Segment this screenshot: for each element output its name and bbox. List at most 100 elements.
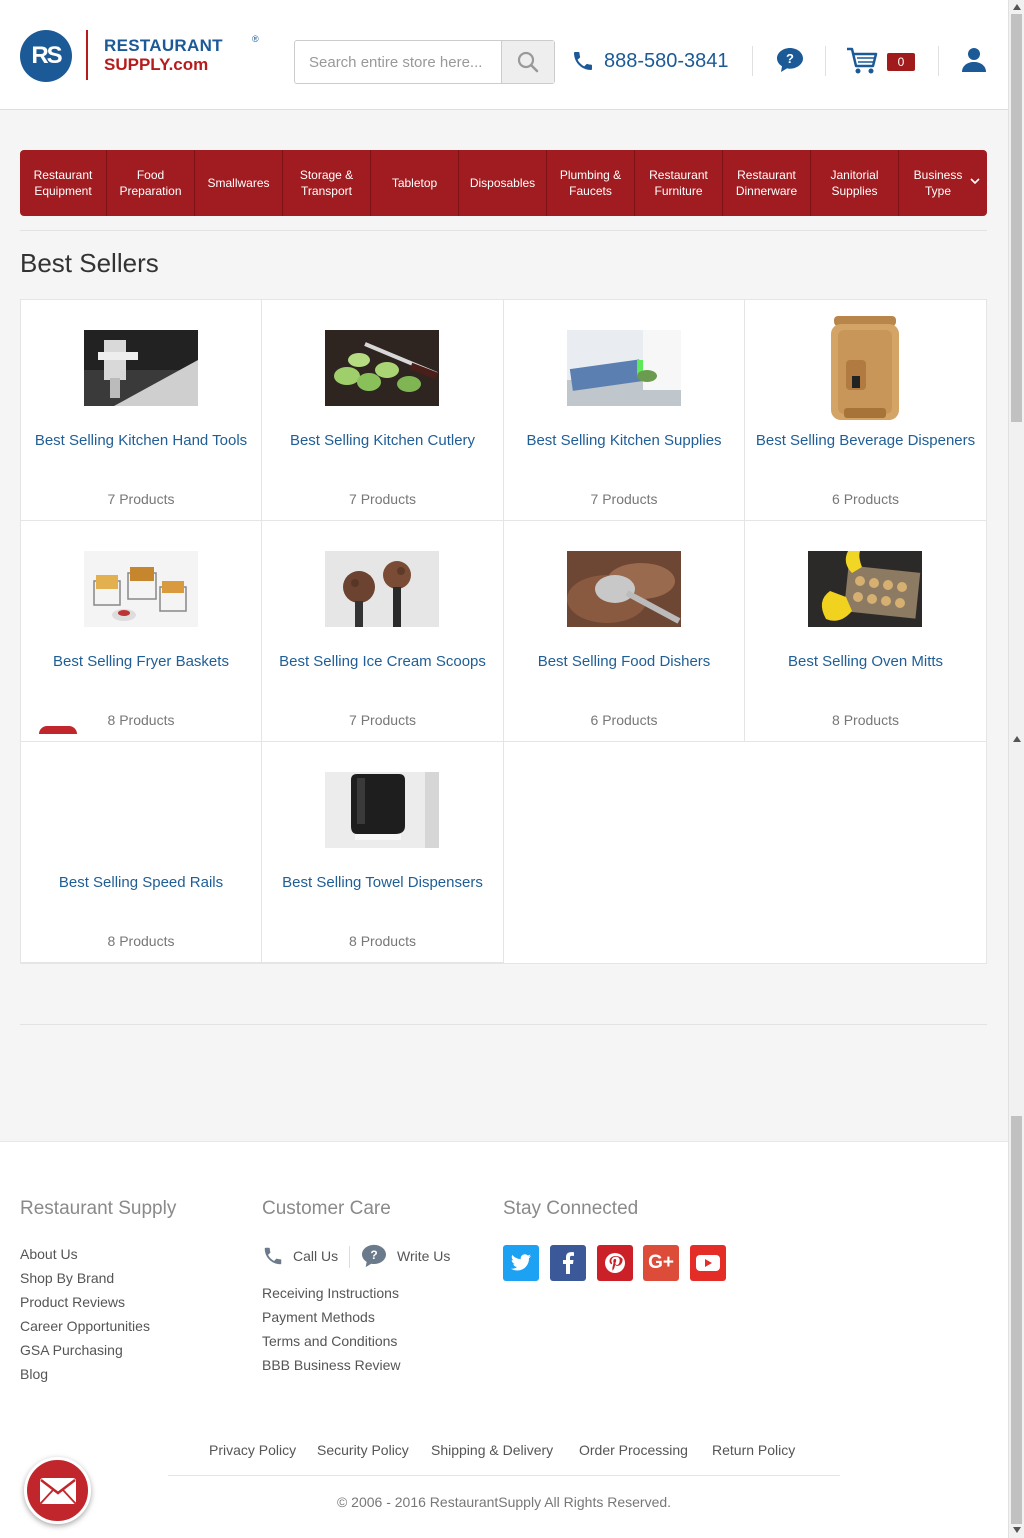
vertical-scrollbar[interactable] xyxy=(1008,0,1024,1538)
category-card[interactable]: Best Selling Kitchen Hand Tools 7 Produc… xyxy=(21,300,262,521)
product-count: 7 Products xyxy=(349,491,416,507)
category-name[interactable]: Best Selling Fryer Baskets xyxy=(21,653,261,670)
write-us-link[interactable]: ? Write Us xyxy=(361,1244,450,1268)
nav-item-food-preparation[interactable]: Food Preparation xyxy=(107,150,195,216)
category-name[interactable]: Best Selling Towel Dispensers xyxy=(262,874,503,891)
footer-link-order-processing[interactable]: Order Processing xyxy=(579,1442,688,1458)
category-card[interactable]: Best Selling Food Dishers 6 Products xyxy=(504,521,745,742)
footer-link-gsa-purchasing[interactable]: GSA Purchasing xyxy=(20,1342,123,1358)
product-image-towel-dispenser[interactable] xyxy=(325,772,439,848)
logo-text-supply: SUPPLY.com xyxy=(104,55,209,74)
product-count: 8 Products xyxy=(107,933,175,949)
twitter-icon[interactable] xyxy=(503,1245,539,1281)
category-card[interactable]: Best Selling Oven Mitts 8 Products xyxy=(745,521,986,742)
scroll-down-arrow-icon[interactable] xyxy=(1013,1527,1021,1533)
category-card[interactable]: Best Selling Speed Rails 8 Products xyxy=(21,742,262,963)
nav-item-business-type[interactable]: Business Type xyxy=(899,150,987,216)
category-card[interactable]: Best Selling Towel Dispensers 8 Products xyxy=(262,742,504,963)
header-separator xyxy=(825,46,826,76)
footer-link-security-policy[interactable]: Security Policy xyxy=(317,1442,409,1458)
footer-link-shop-by-brand[interactable]: Shop By Brand xyxy=(20,1270,114,1286)
search-button[interactable] xyxy=(501,41,554,83)
footer-link-terms-and-conditions[interactable]: Terms and Conditions xyxy=(262,1333,397,1349)
scroll-up-arrow-icon[interactable] xyxy=(1013,736,1021,742)
category-name[interactable]: Best Selling Oven Mitts xyxy=(745,653,986,670)
write-us-label: Write Us xyxy=(397,1248,451,1264)
help-chat-icon: ? xyxy=(777,48,803,72)
logo-registered-mark: ® xyxy=(252,34,259,44)
category-card[interactable]: Best Selling Fryer Baskets 8 Products xyxy=(21,521,262,742)
contact-email-button[interactable] xyxy=(24,1457,91,1524)
product-image-beverage-dispenser[interactable] xyxy=(808,312,922,424)
search-input[interactable] xyxy=(295,41,502,83)
nav-item-tabletop[interactable]: Tabletop xyxy=(371,150,459,216)
category-card[interactable]: Best Selling Kitchen Supplies 7 Products xyxy=(504,300,745,521)
nav-item-janitorial-supplies[interactable]: Janitorial Supplies xyxy=(811,150,899,216)
nav-item-restaurant-equipment[interactable]: Restaurant Equipment xyxy=(20,150,107,216)
category-card[interactable]: Best Selling Kitchen Cutlery 7 Products xyxy=(262,300,504,521)
account-button[interactable] xyxy=(960,46,988,79)
cart-button[interactable] xyxy=(846,46,878,81)
product-image-ice-cream-scoops[interactable] xyxy=(325,551,439,627)
google-plus-icon[interactable]: G+ xyxy=(643,1245,679,1281)
footer-heading-stay-connected: Stay Connected xyxy=(503,1198,639,1219)
category-card[interactable]: Best Selling Beverage Dispeners 6 Produc… xyxy=(745,300,986,521)
footer-link-privacy-policy[interactable]: Privacy Policy xyxy=(209,1442,296,1458)
product-image-kitchen-supplies[interactable] xyxy=(567,330,681,406)
footer-link-payment-methods[interactable]: Payment Methods xyxy=(262,1309,375,1325)
scrollbar-thumb[interactable] xyxy=(1011,14,1022,422)
product-count: 8 Products xyxy=(349,933,416,949)
footer-separator xyxy=(349,1246,350,1268)
footer-heading-restaurant-supply: Restaurant Supply xyxy=(20,1198,177,1219)
nav-item-plumbing-faucets[interactable]: Plumbing & Faucets xyxy=(547,150,635,216)
category-name[interactable]: Best Selling Beverage Dispeners xyxy=(745,432,986,449)
category-nav: Restaurant Equipment Food Preparation Sm… xyxy=(20,150,987,216)
footer-link-bbb-business-review[interactable]: BBB Business Review xyxy=(262,1357,401,1373)
product-image-cutlery[interactable] xyxy=(325,330,439,406)
product-image-oven-mitts[interactable] xyxy=(808,551,922,627)
chevron-down-icon xyxy=(970,178,980,185)
category-name[interactable]: Best Selling Kitchen Hand Tools xyxy=(21,432,261,449)
nav-item-smallwares[interactable]: Smallwares xyxy=(195,150,283,216)
envelope-icon xyxy=(39,1477,76,1504)
google-plus-glyph: G+ xyxy=(648,1252,674,1273)
footer-link-career-opportunities[interactable]: Career Opportunities xyxy=(20,1318,150,1334)
category-name[interactable]: Best Selling Speed Rails xyxy=(21,874,261,891)
svg-text:?: ? xyxy=(786,51,794,66)
footer-link-product-reviews[interactable]: Product Reviews xyxy=(20,1294,125,1310)
call-us-label: Call Us xyxy=(293,1248,339,1264)
site-logo[interactable]: RS RESTAURANT ® SUPPLY.com xyxy=(20,28,265,84)
category-card[interactable]: Best Selling Ice Cream Scoops 7 Products xyxy=(262,521,504,742)
facebook-icon[interactable] xyxy=(550,1245,586,1281)
product-image-fryer-baskets[interactable] xyxy=(84,551,198,627)
footer-link-blog[interactable]: Blog xyxy=(20,1366,48,1382)
category-name[interactable]: Best Selling Food Dishers xyxy=(504,653,744,670)
phone-link[interactable]: 888-580-3841 xyxy=(571,46,729,76)
product-image-hand-tools[interactable] xyxy=(84,330,198,406)
footer-link-about-us[interactable]: About Us xyxy=(20,1246,78,1262)
pinterest-icon[interactable] xyxy=(597,1245,633,1281)
nav-item-restaurant-furniture[interactable]: Restaurant Furniture xyxy=(635,150,723,216)
youtube-icon[interactable] xyxy=(690,1245,726,1281)
call-us-link[interactable]: Call Us xyxy=(262,1245,338,1267)
divider xyxy=(20,230,987,231)
nav-item-business-type-label: Business Type xyxy=(913,168,963,198)
product-image-food-dishers[interactable] xyxy=(567,551,681,627)
scroll-up-arrow-icon[interactable] xyxy=(1013,4,1021,10)
nav-item-disposables[interactable]: Disposables xyxy=(459,150,547,216)
search-box xyxy=(294,40,555,84)
category-name[interactable]: Best Selling Ice Cream Scoops xyxy=(262,653,503,670)
user-icon xyxy=(962,48,986,72)
product-count: 7 Products xyxy=(107,491,175,507)
category-name[interactable]: Best Selling Kitchen Supplies xyxy=(504,432,744,449)
footer-link-receiving-instructions[interactable]: Receiving Instructions xyxy=(262,1285,399,1301)
logo-text-restaurant: RESTAURANT xyxy=(104,36,223,55)
scrollbar-thumb[interactable] xyxy=(1011,1116,1022,1524)
footer-link-shipping-delivery[interactable]: Shipping & Delivery xyxy=(431,1442,553,1458)
nav-item-restaurant-dinnerware[interactable]: Restaurant Dinnerware xyxy=(723,150,811,216)
category-name[interactable]: Best Selling Kitchen Cutlery xyxy=(262,432,503,449)
help-button[interactable]: ? xyxy=(776,47,804,78)
footer-link-return-policy[interactable]: Return Policy xyxy=(712,1442,795,1458)
nav-item-storage-transport[interactable]: Storage & Transport xyxy=(283,150,371,216)
product-count: 8 Products xyxy=(832,712,899,728)
